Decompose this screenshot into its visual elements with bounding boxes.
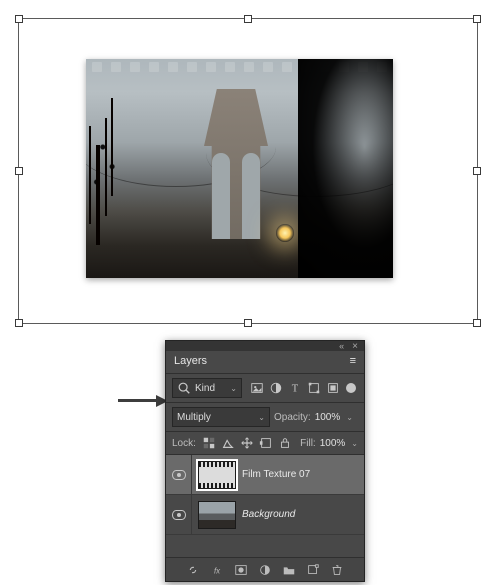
blend-mode-row: Multiply ⌄ Opacity: 100% ⌄	[166, 403, 364, 432]
filter-type-label: Kind	[195, 383, 215, 394]
search-icon	[177, 381, 191, 395]
callout-arrow	[118, 395, 168, 405]
layers-panel-footer: fx	[166, 557, 364, 581]
filter-type-layers-icon[interactable]: T	[288, 381, 302, 395]
filter-shape-layers-icon[interactable]	[307, 381, 321, 395]
film-texture-dark-edge	[298, 59, 393, 278]
transform-handle-se[interactable]	[473, 319, 481, 327]
layer-thumbnail[interactable]	[198, 461, 236, 489]
new-group-icon[interactable]	[282, 563, 296, 577]
panel-tab-bar: Layers ≡	[166, 351, 364, 374]
opacity-label: Opacity:	[274, 412, 311, 423]
canvas-area[interactable]	[18, 18, 480, 325]
layer-style-fx-icon[interactable]: fx	[210, 563, 224, 577]
filter-toggle[interactable]	[346, 383, 356, 393]
transform-handle-e[interactable]	[473, 167, 481, 175]
transform-handle-w[interactable]	[15, 167, 23, 175]
filter-adjustment-layers-icon[interactable]	[269, 381, 283, 395]
opacity-value[interactable]: 100%	[315, 412, 341, 423]
layer-row[interactable]: Background	[166, 495, 364, 535]
panel-title-bar[interactable]: « ×	[166, 341, 364, 351]
svg-text:fx: fx	[214, 566, 221, 575]
transform-handle-s[interactable]	[244, 319, 252, 327]
delete-layer-icon[interactable]	[330, 563, 344, 577]
fill-value[interactable]: 100%	[320, 438, 346, 449]
layer-row[interactable]: Film Texture 07	[166, 455, 364, 495]
sun-flare	[276, 224, 294, 242]
blend-mode-value: Multiply	[177, 412, 211, 423]
layer-name[interactable]: Film Texture 07	[242, 469, 310, 480]
panel-menu-icon[interactable]: ≡	[350, 357, 356, 365]
lock-row: Lock: Fill: 100% ⌄	[166, 432, 364, 455]
transform-handle-nw[interactable]	[15, 15, 23, 23]
bridge-tower	[204, 89, 268, 239]
filter-pixel-layers-icon[interactable]	[250, 381, 264, 395]
transform-handle-sw[interactable]	[15, 319, 23, 327]
add-mask-icon[interactable]	[234, 563, 248, 577]
visibility-toggle[interactable]	[166, 495, 192, 534]
close-icon[interactable]: ×	[352, 341, 358, 352]
layer-filter-row: Kind ⌄ T	[166, 374, 364, 403]
svg-text:T: T	[292, 384, 299, 395]
eye-icon	[172, 510, 186, 520]
chevron-down-icon: ⌄	[258, 413, 265, 422]
filter-type-dropdown[interactable]: Kind ⌄	[172, 378, 242, 398]
composited-image	[86, 59, 393, 278]
chevron-down-icon[interactable]: ⌄	[351, 439, 358, 448]
lock-all-icon[interactable]	[278, 436, 292, 450]
layers-list: Film Texture 07 Background	[166, 455, 364, 557]
chevron-down-icon: ⌄	[230, 384, 237, 393]
transform-handle-ne[interactable]	[473, 15, 481, 23]
new-layer-icon[interactable]	[306, 563, 320, 577]
lock-image-pixels-icon[interactable]	[221, 436, 235, 450]
filter-smartobject-layers-icon[interactable]	[326, 381, 340, 395]
lock-transparent-pixels-icon[interactable]	[202, 436, 216, 450]
lock-artboard-icon[interactable]	[259, 436, 273, 450]
chevron-down-icon[interactable]: ⌄	[346, 413, 353, 422]
blend-mode-dropdown[interactable]: Multiply ⌄	[172, 407, 270, 427]
lock-label: Lock:	[172, 438, 196, 449]
layer-thumbnail[interactable]	[198, 501, 236, 529]
link-layers-icon[interactable]	[186, 563, 200, 577]
eye-icon	[172, 470, 186, 480]
tree-silhouette	[86, 105, 140, 245]
layers-panel: « × Layers ≡ Kind ⌄ T Multiply ⌄ Opacity…	[165, 340, 365, 582]
collapse-icon[interactable]: «	[339, 341, 344, 351]
new-adjustment-layer-icon[interactable]	[258, 563, 272, 577]
panel-title[interactable]: Layers	[174, 355, 207, 367]
visibility-toggle[interactable]	[166, 455, 192, 494]
transform-handle-n[interactable]	[244, 15, 252, 23]
layer-name[interactable]: Background	[242, 509, 295, 520]
fill-label: Fill:	[300, 438, 316, 449]
layers-empty-space	[166, 535, 364, 557]
lock-position-icon[interactable]	[240, 436, 254, 450]
